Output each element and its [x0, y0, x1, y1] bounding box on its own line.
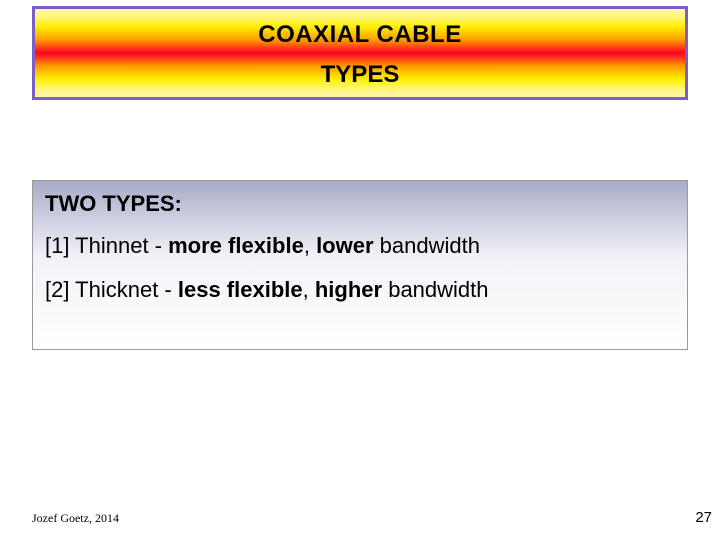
item2-bold-a: less flexible [178, 277, 303, 302]
list-item: [1] Thinnet - more flexible, lower bandw… [45, 233, 675, 259]
slide-title-box: COAXIAL CABLE TYPES [32, 6, 688, 100]
content-heading: TWO TYPES: [45, 191, 675, 217]
item2-tail: bandwidth [382, 277, 488, 302]
footer-author: Jozef Goetz, 2014 [32, 511, 119, 526]
list-item: [2] Thicknet - less flexible, higher ban… [45, 277, 675, 303]
item2-mid: , [303, 277, 315, 302]
item2-prefix: [2] Thicknet - [45, 277, 178, 302]
item1-prefix: [1] Thinnet - [45, 233, 168, 258]
item1-bold-a: more flexible [168, 233, 304, 258]
title-line-2: TYPES [321, 61, 400, 89]
item2-bold-b: higher [315, 277, 382, 302]
item1-bold-b: lower [316, 233, 373, 258]
content-box: TWO TYPES: [1] Thinnet - more flexible, … [32, 180, 688, 350]
footer-page-number: 27 [695, 509, 712, 526]
item1-tail: bandwidth [374, 233, 480, 258]
title-line-1: COAXIAL CABLE [258, 21, 461, 49]
item1-mid: , [304, 233, 316, 258]
